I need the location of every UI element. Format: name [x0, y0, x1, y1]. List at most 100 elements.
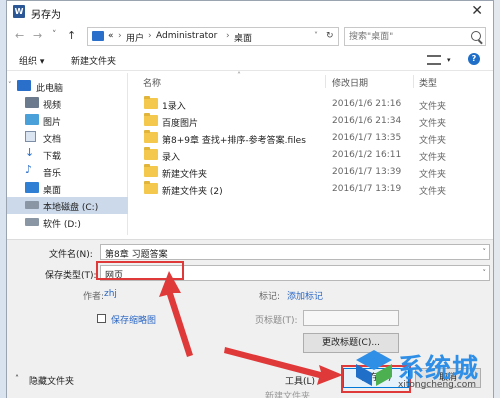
- file-type: 文件夹: [419, 136, 447, 146]
- page-title-input[interactable]: [303, 310, 399, 326]
- search-input[interactable]: [349, 30, 467, 43]
- music-icon: ♪: [25, 163, 33, 176]
- sort-chevron-icon: ˄: [237, 71, 241, 80]
- column-header-date[interactable]: 修改日期: [332, 76, 368, 89]
- filename-label: 文件名(N):: [49, 250, 93, 260]
- view-options-icon[interactable]: [427, 55, 441, 65]
- nav-item-this-pc[interactable]: ˅ 此电脑: [7, 78, 128, 95]
- computer-icon: [92, 31, 104, 41]
- tags-label: 标记:: [259, 292, 281, 302]
- column-header-type[interactable]: 类型: [419, 76, 437, 89]
- file-date: 2016/1/6 21:16: [332, 99, 402, 109]
- desktop-icon: [25, 182, 39, 193]
- hide-folders-button[interactable]: 隐藏文件夹: [29, 374, 74, 387]
- navigation-pane: ˅ 此电脑 视频 图片 文档 ↓ 下载 ♪ 音乐 桌面 本地磁盘 (C:) 软件…: [7, 73, 128, 235]
- nav-label: 下载: [43, 152, 62, 162]
- file-name: 新建文件夹: [162, 170, 208, 180]
- column-headers: 名称 ˄ 修改日期 类型: [131, 71, 487, 90]
- hide-folders-chevron-icon[interactable]: ˄: [15, 374, 19, 383]
- search-box[interactable]: [344, 27, 486, 46]
- nav-label: 此电脑: [36, 84, 64, 94]
- document-icon: [25, 131, 36, 142]
- nav-label: 文档: [43, 135, 62, 145]
- folder-icon: [144, 113, 158, 126]
- folder-icon: [144, 96, 158, 109]
- dialog-title: 另存为: [31, 10, 61, 21]
- author-value[interactable]: zhj: [104, 289, 117, 299]
- annotation-arrow-up-icon: [159, 271, 193, 357]
- file-date: 2016/1/7 13:19: [332, 184, 402, 194]
- disk-icon: [25, 201, 39, 209]
- file-name: 百度图片: [162, 119, 199, 129]
- file-row[interactable]: 新建文件夹 2016/1/7 13:39 文件夹: [131, 164, 487, 181]
- close-icon[interactable]: ✕: [471, 3, 483, 19]
- column-divider[interactable]: [413, 75, 414, 88]
- collapse-chevron-icon[interactable]: ˅: [8, 81, 12, 89]
- breadcrumb-separator: ›: [118, 31, 122, 41]
- column-header-name[interactable]: 名称: [143, 76, 161, 89]
- breadcrumb-users[interactable]: 用户: [126, 31, 144, 44]
- nav-item-software-d[interactable]: 软件 (D:): [7, 214, 128, 231]
- file-date: 2016/1/7 13:39: [332, 167, 402, 177]
- refresh-icon[interactable]: ↻: [326, 31, 334, 41]
- address-dropdown-icon[interactable]: ˅: [314, 31, 318, 40]
- nav-item-downloads[interactable]: ↓ 下载: [7, 146, 128, 163]
- folder-icon: [144, 130, 158, 143]
- download-icon: ↓: [25, 146, 35, 159]
- savetype-dropdown-icon[interactable]: ˅: [483, 269, 487, 277]
- view-dropdown-icon[interactable]: ▾: [447, 56, 451, 64]
- file-type: 文件夹: [419, 170, 447, 180]
- xitongcheng-watermark: 系统城 xitongcheng.com: [352, 344, 500, 398]
- nav-item-documents[interactable]: 文档: [7, 129, 128, 146]
- file-row[interactable]: 新建文件夹 (2) 2016/1/7 13:19 文件夹: [131, 181, 487, 198]
- file-name: 1录入: [162, 102, 186, 112]
- nav-item-pictures[interactable]: 图片: [7, 112, 128, 129]
- nav-item-music[interactable]: ♪ 音乐: [7, 163, 128, 180]
- folder-icon: [144, 147, 158, 160]
- address-bar[interactable]: « › 用户 › Administrator › 桌面 ˅ ↻: [87, 27, 339, 46]
- search-icon[interactable]: [471, 31, 481, 41]
- file-name: 录入: [162, 153, 181, 163]
- organize-button[interactable]: 组织 ▾: [19, 54, 44, 67]
- back-arrow-icon[interactable]: ←: [15, 29, 24, 42]
- help-icon[interactable]: ?: [468, 53, 480, 65]
- save-thumbnail-checkbox[interactable]: [97, 314, 106, 323]
- folder-icon: [144, 181, 158, 194]
- nav-item-desktop[interactable]: 桌面: [7, 180, 128, 197]
- new-folder-button[interactable]: 新建文件夹: [71, 54, 116, 67]
- save-thumbnail-label: 保存缩略图: [111, 316, 157, 326]
- breadcrumb-desktop[interactable]: 桌面: [234, 31, 252, 44]
- file-row[interactable]: 百度图片 2016/1/6 21:34 文件夹: [131, 113, 487, 130]
- recent-locations-chevron-icon[interactable]: ˅: [52, 30, 57, 40]
- background-folder-label: 新建文件夹: [265, 392, 311, 398]
- forward-arrow-icon[interactable]: →: [33, 29, 42, 42]
- up-arrow-icon[interactable]: ↑: [67, 29, 76, 42]
- file-type: 文件夹: [419, 187, 447, 197]
- filename-input[interactable]: 第8章 习题答案 ˅: [100, 244, 490, 260]
- breadcrumb-overflow[interactable]: «: [108, 31, 114, 41]
- file-type: 文件夹: [419, 119, 447, 129]
- author-label: 作者:: [83, 292, 105, 302]
- nav-item-local-disk-c[interactable]: 本地磁盘 (C:): [7, 197, 128, 214]
- file-row[interactable]: 录入 2016/1/2 16:11 文件夹: [131, 147, 487, 164]
- column-divider[interactable]: [325, 75, 326, 88]
- video-icon: [25, 97, 39, 108]
- nav-label: 桌面: [43, 186, 62, 196]
- toolbar: 组织 ▾ 新建文件夹 ▾ ?: [7, 49, 493, 71]
- file-date: 2016/1/7 13:35: [332, 133, 402, 143]
- breadcrumb-administrator[interactable]: Administrator: [156, 31, 217, 41]
- nav-item-videos[interactable]: 视频: [7, 95, 128, 112]
- file-type: 文件夹: [419, 153, 447, 163]
- breadcrumb-separator: ›: [226, 31, 230, 41]
- add-tags-link[interactable]: 添加标记: [287, 289, 323, 302]
- filename-dropdown-icon[interactable]: ˅: [483, 248, 487, 256]
- file-name: 第8+9章 查找+排序-参考答案.files: [162, 136, 306, 146]
- nav-label: 软件 (D:): [43, 220, 81, 230]
- file-date: 2016/1/2 16:11: [332, 150, 402, 160]
- title-bar: W 另存为 ✕: [7, 1, 493, 23]
- file-row[interactable]: 1录入 2016/1/6 21:16 文件夹: [131, 96, 487, 113]
- file-row[interactable]: 第8+9章 查找+排序-参考答案.files 2016/1/7 13:35 文件…: [131, 130, 487, 147]
- computer-icon: [17, 80, 31, 91]
- nav-label: 图片: [43, 118, 62, 128]
- folder-icon: [144, 164, 158, 177]
